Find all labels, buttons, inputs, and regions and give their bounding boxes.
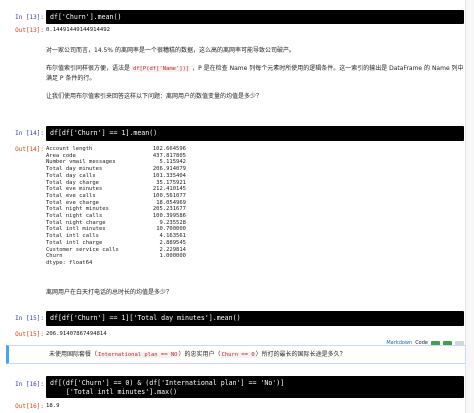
- md1-paragraph-1: 对一家公司而言，14.5% 的离网率是一个很糟糕的数据，这么高的离网率可能导致公…: [46, 47, 295, 54]
- series-key: Total intl calls: [46, 233, 99, 240]
- md3-paragraph: 未使用国际套餐（International plan == NO）的忠实用户（C…: [49, 350, 459, 360]
- series-key: Account length: [46, 146, 93, 152]
- series-value: 9.235528: [159, 219, 187, 226]
- series-value: 206.914079: [152, 166, 186, 173]
- series-value: 101.335404: [152, 172, 186, 179]
- series-row: Area code 437.817805: [46, 153, 186, 160]
- md1-p2-code: df[P(df['Name'])]: [131, 66, 191, 72]
- series-value: 4.163561: [159, 233, 187, 240]
- cell-16-code-line-1: df[(df['Churn'] == 0) & (df['Internation…: [50, 379, 285, 387]
- series-row: Total night minutes 205.231677: [46, 206, 186, 213]
- series-row: Total night calls 100.399586: [46, 213, 186, 220]
- scrollbar[interactable]: [465, 0, 474, 413]
- series-value: 35.175921: [156, 179, 186, 186]
- md1-paragraph-3: 让我们使用布尔值索引来回答这样以下问题：离网用户的数值变量的均值是多少？: [46, 93, 263, 100]
- series-value: 212.410145: [152, 186, 186, 193]
- series-key: Area code: [46, 152, 76, 159]
- series-row: Total eve calls 100.561077: [46, 193, 186, 200]
- cell-16-output: 18.9: [46, 403, 60, 409]
- series-value: 205.231677: [152, 206, 186, 213]
- series-value: 100.399586: [152, 213, 186, 220]
- series-key: Customer service calls: [46, 246, 119, 253]
- cell-13-in-label: In [13]:: [15, 14, 44, 21]
- cell-15-in-label: In [15]:: [15, 315, 44, 322]
- cell-16-in-label: In [16]:: [15, 381, 44, 388]
- series-row: Total day charge 35.175921: [46, 180, 186, 187]
- cell-14-output-series: Account length 102.664596 Area code 437.817…: [46, 146, 186, 267]
- cell-16-out-label: Out[16]:: [15, 403, 44, 410]
- cell-13-output: 0.14491449144914492: [46, 27, 110, 33]
- series-row: Total eve charge 18.054969: [46, 200, 186, 207]
- series-value: 437.817805: [152, 152, 186, 159]
- series-row: Total day calls 101.335404: [46, 173, 186, 180]
- md3-text-c: ）所打的最长的国际长途是多久？: [255, 351, 346, 358]
- series-key: Total intl minutes: [46, 226, 106, 233]
- series-row: Churn 1.000000: [46, 253, 186, 260]
- series-key: Total eve charge: [46, 199, 99, 206]
- series-row: Total night charge 9.235528: [46, 220, 186, 227]
- markdown-cell-2[interactable]: 离网用户在白天打电话的总时长的均值是多少？: [46, 288, 464, 297]
- series-key: Total night calls: [46, 213, 103, 220]
- cell-16-code[interactable]: df[(df['Churn'] == 0) & (df['Internation…: [46, 376, 464, 398]
- cell-15-code[interactable]: df[df['Churn'] == 1]['Total day minutes'…: [46, 311, 464, 326]
- cell-14-code[interactable]: df[df['Churn'] == 1].mean(): [46, 126, 464, 141]
- series-key: Total night minutes: [46, 206, 109, 213]
- series-key: Total day calls: [46, 172, 96, 179]
- series-key: Total day minutes: [46, 166, 103, 173]
- markdown-cell-1[interactable]: 对一家公司而言，14.5% 的离网率是一个很糟糕的数据，这么高的离网率可能导致公…: [46, 46, 464, 101]
- series-value: 18.054969: [156, 199, 186, 206]
- series-row: Total intl calls 4.163561: [46, 233, 186, 240]
- series-row: Total intl charge 2.889545: [46, 240, 186, 247]
- series-key: Total eve calls: [46, 192, 96, 199]
- series-key: Total intl charge: [46, 239, 103, 246]
- md3-text-b: ）的忠实用户（: [178, 351, 221, 358]
- series-dtype: dtype: float64: [46, 259, 93, 266]
- series-key: Total night charge: [46, 219, 106, 226]
- cell-13-code[interactable]: df['Churn'].mean(): [46, 10, 464, 24]
- cell-15-out-label: Out[15]:: [15, 331, 44, 338]
- cell-13-out-label: Out[13]:: [15, 27, 44, 34]
- series-value: 2.889545: [159, 239, 187, 246]
- series-key: Number vmail messages: [46, 159, 116, 166]
- series-row: Number vmail messages 5.115942: [46, 159, 186, 166]
- md3-code-a: International plan == NO: [97, 352, 179, 358]
- cell-14-out-label: Out[14]:: [15, 146, 44, 153]
- cell-15-output: 206.91407867494814: [46, 331, 107, 337]
- series-value: 102.664596: [152, 146, 186, 152]
- series-value: 100.561077: [152, 192, 186, 199]
- md1-paragraph-2: 布尔值索引同样很方便，语法是 df[P(df['Name'])] ，P 是在检查…: [46, 64, 464, 83]
- series-row: Account length 102.664596: [46, 146, 186, 153]
- series-key: Churn: [46, 253, 63, 260]
- series-row: Total eve minutes 212.410145: [46, 186, 186, 193]
- series-key: Total day charge: [46, 179, 99, 186]
- series-value: 1.000000: [159, 253, 187, 260]
- series-value: 5.115942: [159, 159, 187, 166]
- md3-text-a: 未使用国际套餐（: [49, 351, 98, 358]
- md3-code-b: Churn == 0: [220, 352, 256, 358]
- cell-16-code-line-2: ['Total intl minutes'].max(): [50, 388, 178, 396]
- md1-p2-text-a: 布尔值索引同样很方便，语法是: [46, 65, 131, 72]
- markdown-cell-3-selected[interactable]: 未使用国际套餐（International plan == NO）的忠实用户（C…: [6, 345, 466, 364]
- series-value: 10.700000: [156, 226, 186, 233]
- cell-14-in-label: In [14]:: [15, 130, 44, 137]
- series-row: Customer service calls 2.229814: [46, 247, 186, 254]
- series-key: Total eve minutes: [46, 186, 103, 193]
- series-row: Total intl minutes 10.700000: [46, 226, 186, 233]
- series-row: Total day minutes 206.914079: [46, 166, 186, 173]
- series-value: 2.229814: [159, 246, 187, 253]
